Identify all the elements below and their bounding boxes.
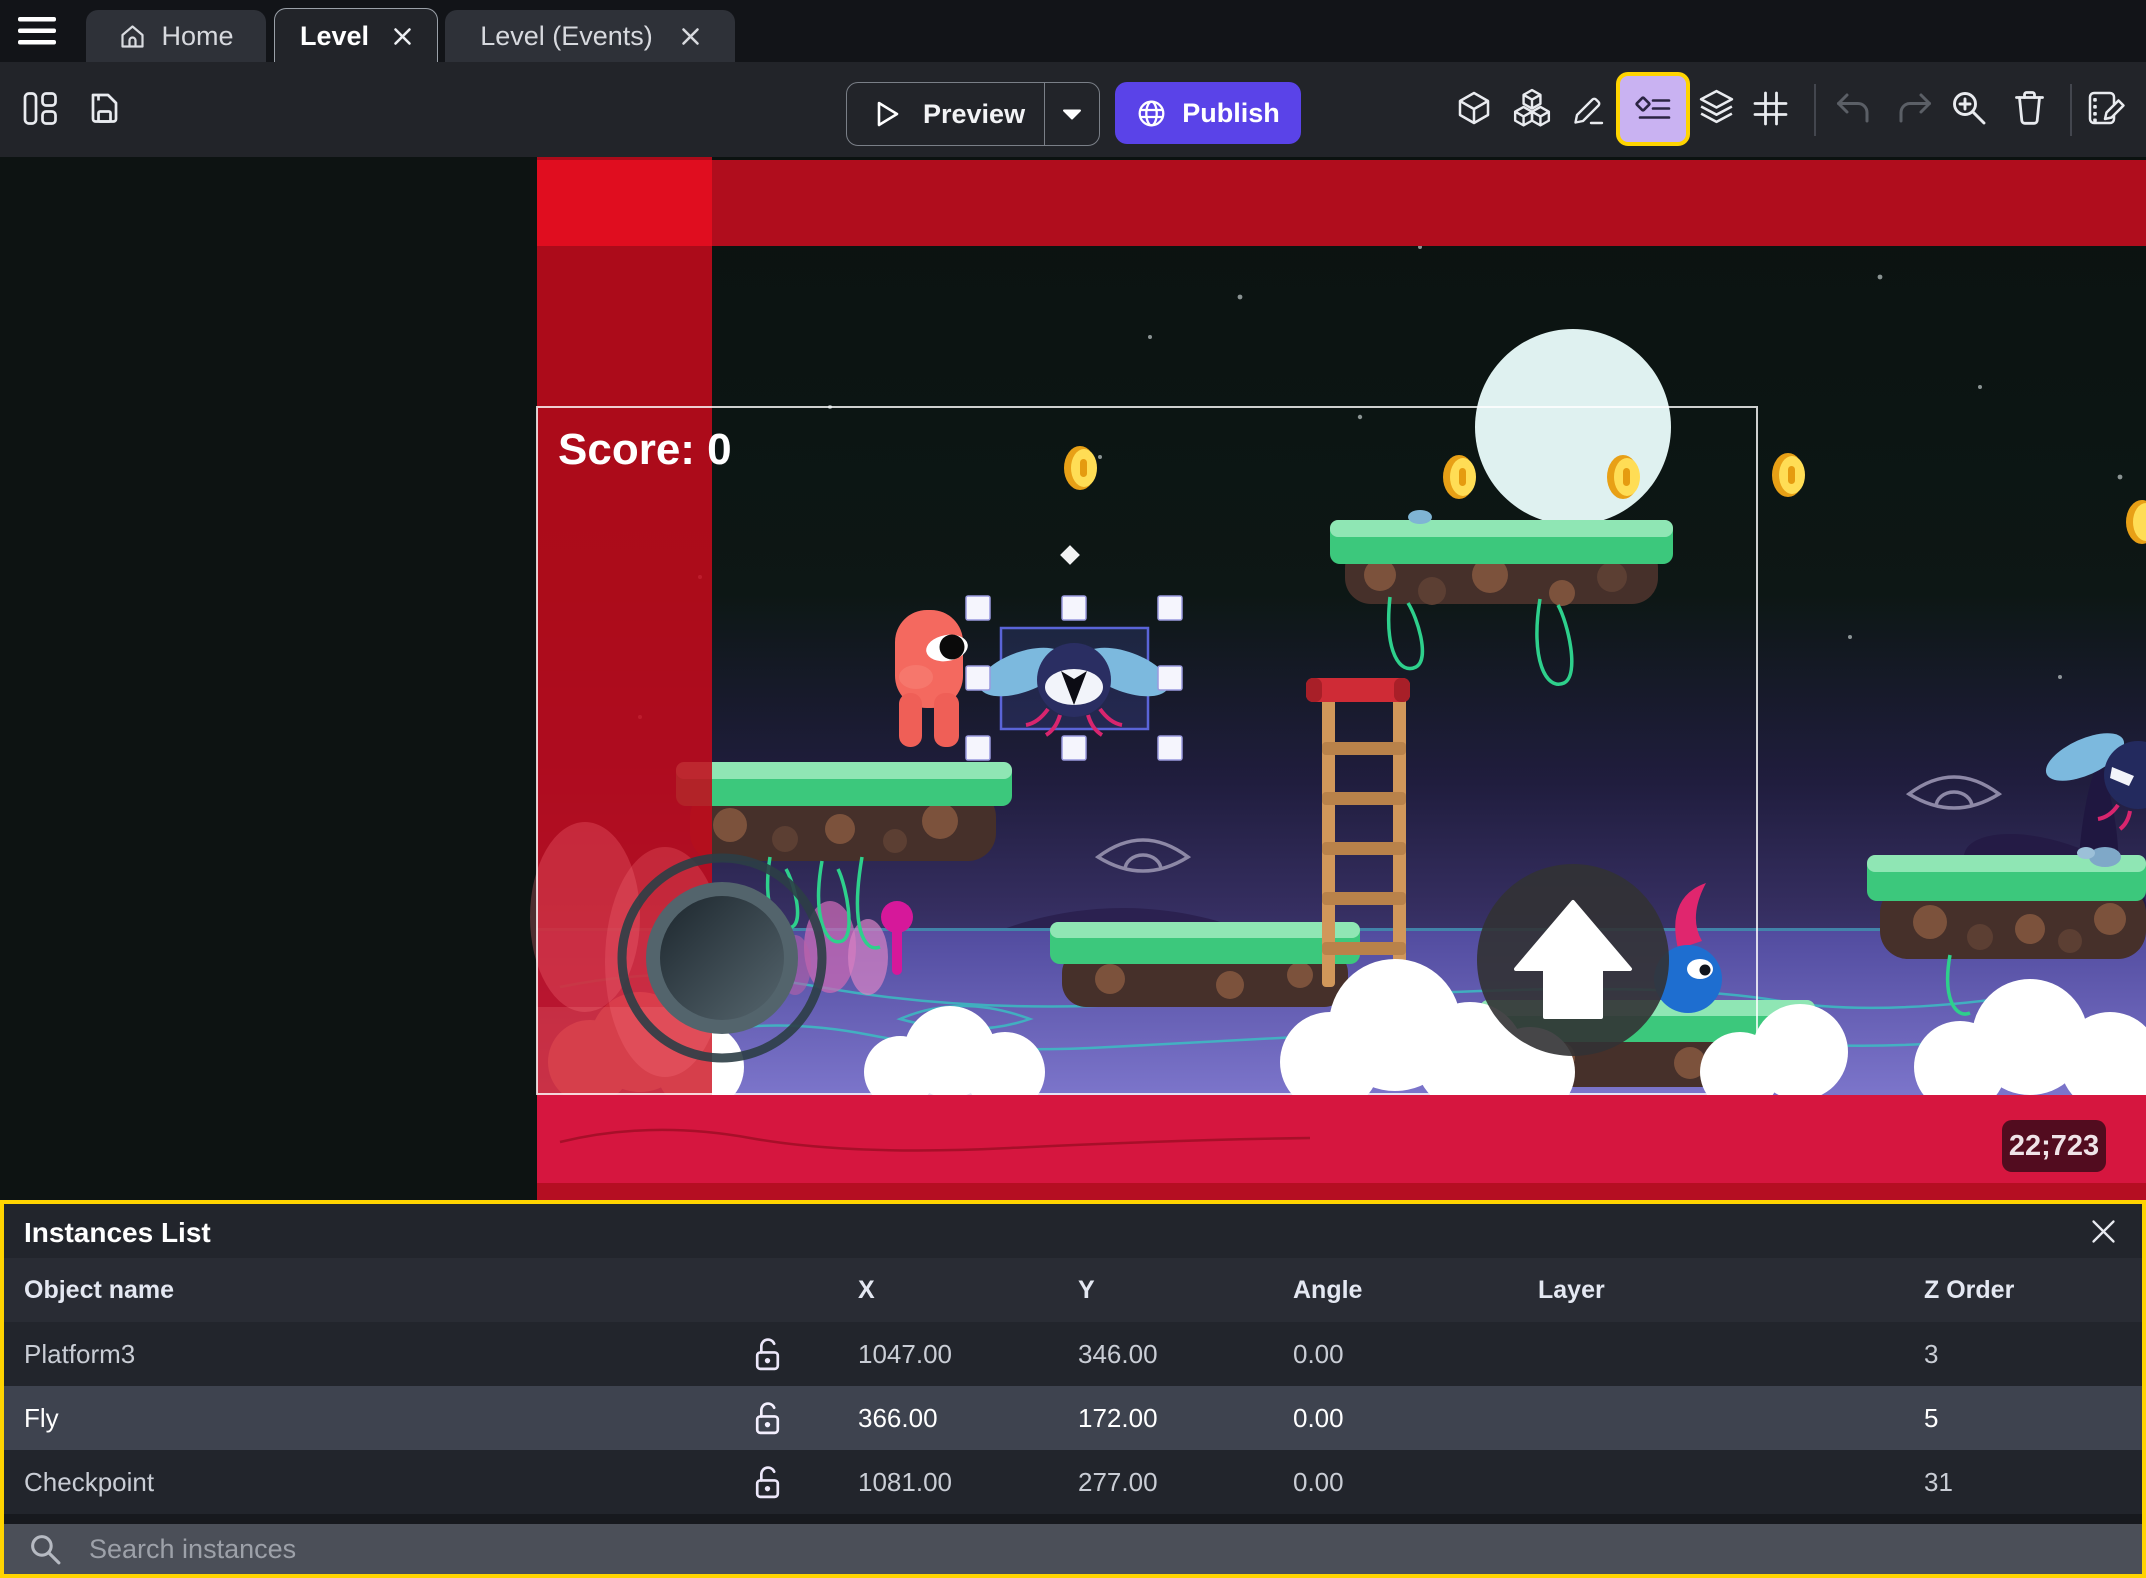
play-icon xyxy=(873,99,901,129)
col-y: Y xyxy=(1078,1275,1095,1304)
instance-y[interactable]: 277.00 xyxy=(1078,1450,1158,1514)
edit-pencil-icon[interactable] xyxy=(1570,90,1607,127)
tab-bar: Home Level Level (Events) xyxy=(0,0,2146,63)
instances-list-icon[interactable] xyxy=(1616,72,1690,146)
table-row-selected[interactable]: Fly 366.00 172.00 0.00 5 xyxy=(4,1386,2142,1450)
globe-icon xyxy=(1136,98,1167,129)
toolbar-divider xyxy=(2070,84,2072,136)
joystick-control[interactable] xyxy=(617,853,827,1063)
tab-label: Level (Events) xyxy=(480,20,653,51)
trash-icon[interactable] xyxy=(2011,89,2048,127)
table-row[interactable]: Checkpoint 1081.00 277.00 0.00 31 xyxy=(4,1450,2142,1514)
redo-icon[interactable] xyxy=(1893,92,1934,126)
object-groups-icon[interactable] xyxy=(1512,88,1552,128)
scene-canvas[interactable] xyxy=(0,157,2146,1200)
instance-x[interactable]: 1047.00 xyxy=(858,1322,952,1386)
instance-x[interactable]: 366.00 xyxy=(858,1386,938,1450)
layers-icon[interactable] xyxy=(1697,88,1736,127)
save-icon[interactable] xyxy=(86,90,123,127)
instances-list-panel: Instances List Object name X Y Angle Lay… xyxy=(0,1200,2146,1578)
panel-divider xyxy=(4,1514,2142,1524)
instance-x[interactable]: 1081.00 xyxy=(858,1450,952,1514)
lock-icon[interactable] xyxy=(752,1450,783,1514)
platform-instance[interactable] xyxy=(1050,922,1360,1007)
col-object-name: Object name xyxy=(24,1275,175,1304)
preview-button[interactable]: Preview xyxy=(846,82,1100,146)
instance-zorder[interactable]: 3 xyxy=(1924,1322,1938,1386)
close-icon[interactable] xyxy=(2090,1218,2117,1245)
panel-title: Instances List xyxy=(24,1217,211,1248)
tab-label: Level xyxy=(299,20,370,51)
instance-angle[interactable]: 0.00 xyxy=(1293,1322,1344,1386)
home-icon xyxy=(118,22,147,51)
instance-name: Fly xyxy=(24,1402,59,1433)
cursor-coordinates-badge: 22;723 xyxy=(2002,1120,2106,1172)
table-row[interactable]: Platform3 1047.00 346.00 0.00 3 xyxy=(4,1322,2142,1386)
instance-y[interactable]: 346.00 xyxy=(1078,1322,1158,1386)
instance-angle[interactable]: 0.00 xyxy=(1293,1450,1344,1514)
jump-button-control[interactable] xyxy=(1477,864,1669,1056)
hamburger-menu-icon[interactable] xyxy=(16,16,60,46)
search-bar[interactable] xyxy=(4,1524,2142,1574)
col-x: X xyxy=(858,1275,875,1304)
table-header: Object name X Y Angle Layer Z Order xyxy=(4,1258,2142,1322)
publish-label: Publish xyxy=(1182,97,1280,128)
grid-icon[interactable] xyxy=(1752,90,1789,127)
tab-home[interactable]: Home xyxy=(86,10,266,62)
editor-toolbar: Preview Publish xyxy=(0,62,2146,157)
undo-icon[interactable] xyxy=(1834,92,1875,126)
col-layer: Layer xyxy=(1538,1275,1605,1304)
col-angle: Angle xyxy=(1293,1275,1363,1304)
instance-zorder[interactable]: 31 xyxy=(1924,1450,1953,1514)
layout-panels-icon[interactable] xyxy=(22,90,59,127)
instance-name: Checkpoint xyxy=(24,1466,155,1497)
tab-level-events[interactable]: Level (Events) xyxy=(445,10,735,62)
edit-scene-events-icon[interactable] xyxy=(2087,89,2128,128)
search-icon xyxy=(28,1532,63,1567)
objects-cube-icon[interactable] xyxy=(1455,90,1493,128)
tab-label: Home xyxy=(161,20,234,51)
instance-angle[interactable]: 0.00 xyxy=(1293,1386,1344,1450)
toolbar-divider xyxy=(1814,84,1816,136)
preview-label: Preview xyxy=(923,98,1026,129)
col-zorder: Z Order xyxy=(1924,1275,2015,1304)
lock-icon[interactable] xyxy=(752,1322,783,1386)
chevron-down-icon[interactable] xyxy=(1045,108,1099,121)
close-icon[interactable] xyxy=(393,27,412,46)
lock-icon[interactable] xyxy=(752,1386,783,1450)
search-input[interactable] xyxy=(87,1532,991,1566)
close-icon[interactable] xyxy=(681,27,700,46)
instance-y[interactable]: 172.00 xyxy=(1078,1386,1158,1450)
tab-level[interactable]: Level xyxy=(274,8,438,63)
instance-zorder[interactable]: 5 xyxy=(1924,1386,1938,1450)
zoom-in-icon[interactable] xyxy=(1950,89,1989,128)
score-hud-text: Score: 0 xyxy=(558,425,732,474)
publish-button[interactable]: Publish xyxy=(1115,82,1301,144)
moon[interactable] xyxy=(1475,329,1671,525)
instance-name: Platform3 xyxy=(24,1338,136,1369)
fly-instance-selected[interactable] xyxy=(973,626,1175,737)
